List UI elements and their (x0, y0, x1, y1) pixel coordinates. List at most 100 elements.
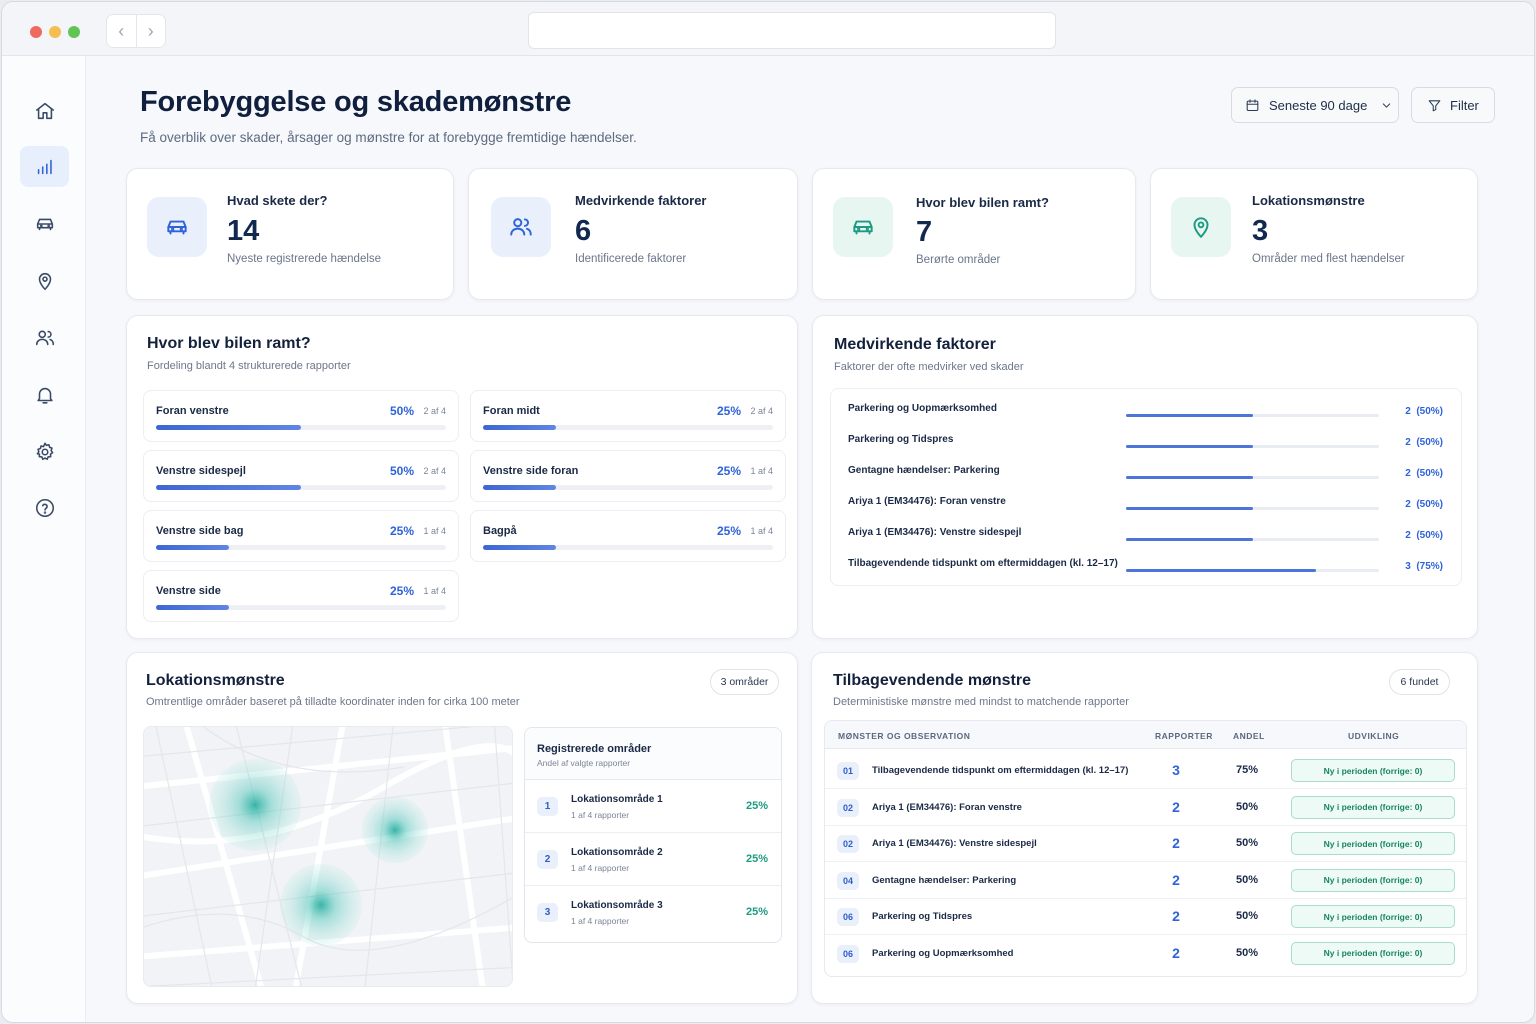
kpi-card-hit-areas: Hvor blev bilen ramt? 7 Berørte områder (812, 168, 1136, 300)
date-range-select[interactable]: Seneste 90 dage (1231, 87, 1399, 123)
progress-fill (156, 485, 301, 490)
factor-value: 2 (50%) (1405, 437, 1443, 448)
sidebar-item-locations[interactable] (20, 260, 69, 301)
pattern-share: 50% (1235, 910, 1259, 922)
bell-icon (36, 387, 53, 404)
car-icon (36, 218, 53, 230)
kpi-card-what-happened: Hvad skete der? 14 Nyeste registrerede h… (126, 168, 454, 300)
factor-bar-track (1126, 569, 1379, 572)
factor-value: 2 (50%) (1405, 499, 1443, 510)
status-badge: Ny i perioden (forrige: 0) (1291, 868, 1455, 892)
car-icon (167, 220, 187, 235)
progress-track (156, 485, 446, 490)
page-subtitle: Få overblik over skader, årsager og møns… (140, 130, 637, 145)
hit-area-label: Venstre side (156, 585, 221, 597)
help-icon (35, 498, 54, 517)
table-row[interactable]: 06 Parkering og Tidspres 2 50% Ny i perioden… (825, 899, 1466, 935)
factor-row[interactable]: Parkering og Tidspres 2 (50%) (831, 430, 1461, 460)
factor-bar-track (1126, 445, 1379, 448)
factor-value: 2 (50%) (1405, 406, 1443, 417)
sidebar-item-users[interactable] (20, 317, 69, 358)
sidebar-item-settings[interactable] (20, 431, 69, 472)
minimize-window-button[interactable] (49, 26, 61, 38)
factor-row[interactable]: Ariya 1 (EM34476): Venstre sidespejl 2 (5… (831, 523, 1461, 553)
section-title: Lokationsmønstre (146, 672, 285, 689)
heatmap-area-2[interactable] (362, 797, 428, 863)
factor-label: Parkering og Tidspres (848, 434, 954, 445)
pattern-reports: 3 (1172, 762, 1180, 778)
hit-area-item[interactable]: Venstre side bag 25% 1 af 4 (143, 510, 459, 562)
table-row[interactable]: 04 Gentagne hændelser: Parkering 2 50% Ny i … (825, 863, 1466, 899)
sidebar-item-analytics[interactable] (20, 146, 69, 187)
hit-area-item[interactable]: Venstre side foran 25% 1 af 4 (470, 450, 786, 502)
table-row[interactable]: 02 Ariya 1 (EM34476): Foran venstre 2 50% Ny… (825, 790, 1466, 826)
sidebar (2, 56, 86, 1022)
pattern-observation: Gentagne hændelser: Parkering (872, 874, 1017, 886)
heatmap-area-3[interactable] (280, 864, 362, 946)
hit-areas-panel: Hvor blev bilen ramt? Fordeling blandt 4… (126, 315, 798, 639)
area-row[interactable]: 3 Lokationsområde 3 1 af 4 rapporter 25% (525, 886, 781, 939)
registered-areas-list: Registrerede områder Andel af valgte rap… (524, 727, 782, 943)
pattern-index: 04 (837, 871, 859, 890)
sidebar-item-vehicles[interactable] (20, 203, 69, 244)
filter-label: Filter (1450, 97, 1479, 113)
hit-area-percent: 25% (716, 464, 741, 478)
factor-bar-fill (1126, 569, 1316, 572)
factor-row[interactable]: Ariya 1 (EM34476): Foran venstre 2 (50%) (831, 492, 1461, 522)
forward-icon[interactable]: › (137, 15, 166, 47)
contributing-factors-panel: Medvirkende faktorer Faktorer der ofte m… (812, 315, 1478, 639)
back-icon[interactable]: ‹ (107, 15, 137, 47)
area-row[interactable]: 2 Lokationsområde 2 1 af 4 rapporter 25% (525, 833, 781, 886)
table-row[interactable]: 02 Ariya 1 (EM34476): Venstre sidespejl 2 5… (825, 826, 1466, 862)
hit-area-item[interactable]: Venstre side 25% 1 af 4 (143, 570, 459, 622)
hit-area-item[interactable]: Foran midt 25% 2 af 4 (470, 390, 786, 442)
kpi-label: Lokationsmønstre (1252, 193, 1365, 208)
home-icon (35, 102, 54, 119)
hit-area-count: 2 af 4 (423, 466, 446, 476)
address-bar[interactable] (528, 12, 1056, 49)
progress-fill (483, 425, 556, 430)
location-patterns-panel: Lokationsmønstre Omtrentlige områder bas… (126, 652, 798, 1004)
sidebar-item-notifications[interactable] (20, 374, 69, 415)
sidebar-item-home[interactable] (20, 90, 69, 131)
hit-area-item[interactable]: Foran venstre 50% 2 af 4 (143, 390, 459, 442)
factor-row[interactable]: Parkering og Uopmærksomhed 2 (50%) (831, 399, 1461, 429)
gear-icon (36, 442, 53, 460)
filter-button[interactable]: Filter (1411, 87, 1495, 123)
factor-row[interactable]: Gentagne hændelser: Parkering 2 (50%) (831, 461, 1461, 491)
map-canvas (144, 727, 512, 986)
area-name: Lokationsområde 2 (571, 847, 663, 858)
kpi-card-contributing-factors: Medvirkende faktorer 6 Identificerede fa… (468, 168, 798, 300)
browser-titlebar: ‹ › (2, 2, 1534, 56)
factor-percent: (50%) (1416, 499, 1443, 510)
location-map[interactable] (143, 726, 513, 987)
hit-area-item[interactable]: Bagpå 25% 1 af 4 (470, 510, 786, 562)
table-row[interactable]: 06 Parkering og Uopmærksomhed 2 50% Ny i per… (825, 936, 1466, 972)
hit-area-count: 1 af 4 (750, 466, 773, 476)
factor-row[interactable]: Tilbagevendende tidspunkt om eftermiddag… (831, 554, 1461, 584)
kpi-icon-box (833, 197, 893, 257)
patterns-found-badge: 6 fundet (1389, 669, 1450, 695)
hit-area-label: Foran midt (483, 405, 540, 417)
progress-track (156, 545, 446, 550)
area-number-badge: 2 (537, 850, 558, 869)
sidebar-item-help[interactable] (20, 487, 69, 528)
close-window-button[interactable] (30, 26, 42, 38)
area-row[interactable]: 1 Lokationsområde 1 1 af 4 rapporter 25% (525, 780, 781, 833)
factor-bar-track (1126, 507, 1379, 510)
maximize-window-button[interactable] (68, 26, 80, 38)
hit-area-label: Venstre sidespejl (156, 465, 246, 477)
table-row[interactable]: 01 Tilbagevendende tidspunkt om eftermidd… (825, 753, 1466, 789)
factor-label: Parkering og Uopmærksomhed (848, 403, 997, 414)
kpi-icon-box (491, 197, 551, 257)
factor-bar-fill (1126, 507, 1253, 510)
hit-area-item[interactable]: Venstre sidespejl 50% 2 af 4 (143, 450, 459, 502)
location-pin-icon (38, 272, 51, 290)
progress-fill (156, 605, 229, 610)
heatmap-area-1[interactable] (209, 759, 301, 851)
status-badge: Ny i perioden (forrige: 0) (1291, 941, 1455, 965)
status-badge: Ny i perioden (forrige: 0) (1291, 759, 1455, 782)
kpi-subtext: Berørte områder (916, 254, 1001, 266)
hit-area-percent: 25% (716, 404, 741, 418)
kpi-card-location-patterns: Lokationsmønstre 3 Områder med flest hæn… (1150, 168, 1478, 300)
